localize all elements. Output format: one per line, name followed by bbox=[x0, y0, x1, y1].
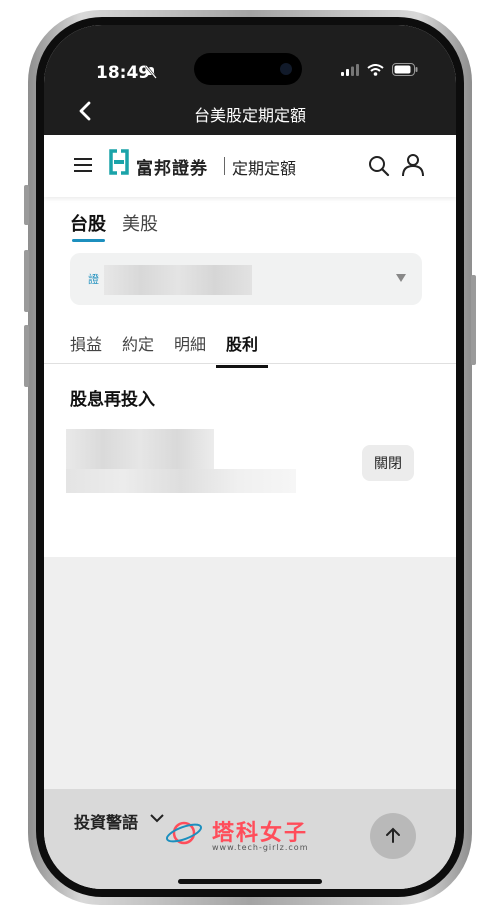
turn-off-button[interactable]: 關閉 bbox=[362, 445, 414, 481]
header-divider bbox=[224, 157, 225, 175]
watermark-url: www.tech-girlz.com bbox=[212, 843, 309, 852]
volume-down-button bbox=[24, 325, 29, 387]
signal-icon bbox=[341, 63, 359, 76]
chevron-down-icon[interactable] bbox=[150, 813, 164, 823]
redacted-stock-detail bbox=[66, 469, 296, 493]
dividend-reinvest-title: 股息再投入 bbox=[70, 390, 155, 410]
volume-up-button bbox=[24, 250, 29, 312]
tab-us-stocks[interactable]: 美股 bbox=[122, 210, 158, 236]
brand-name: 富邦證券 bbox=[136, 159, 208, 179]
active-tab-indicator bbox=[72, 239, 105, 242]
wifi-icon bbox=[367, 63, 384, 76]
watermark-logo-icon bbox=[165, 821, 203, 845]
footer-bar: 投資警語 塔科女子 www.tech-girlz.com bbox=[44, 789, 456, 889]
user-icon[interactable] bbox=[401, 153, 425, 177]
empty-area bbox=[44, 557, 456, 817]
market-tabs: 台股 美股 bbox=[70, 210, 158, 236]
battery-icon bbox=[392, 63, 418, 76]
account-type-label: 證 bbox=[88, 273, 99, 286]
account-select[interactable]: 證 bbox=[70, 253, 422, 305]
power-button bbox=[471, 275, 476, 365]
silent-bell-icon bbox=[145, 65, 157, 79]
top-bar: 18:49 台美股定期定額 bbox=[44, 25, 456, 135]
arrow-up-icon bbox=[386, 827, 400, 843]
redacted-account-number bbox=[104, 265, 252, 295]
fubon-logo-icon bbox=[109, 149, 129, 175]
app-header: 富邦證券 定期定額 bbox=[44, 135, 456, 197]
mute-switch bbox=[24, 185, 29, 225]
redacted-stock-info bbox=[66, 429, 214, 469]
search-icon[interactable] bbox=[368, 155, 390, 177]
investment-warning-label[interactable]: 投資警語 bbox=[74, 809, 138, 833]
status-time: 18:49 bbox=[96, 63, 151, 83]
phone-screen: 18:49 台美股定期定額 富邦證券 定期定額 台股 美股 證 損益 約定 明細… bbox=[44, 25, 456, 889]
tab-tw-stocks[interactable]: 台股 bbox=[70, 210, 106, 236]
status-icons bbox=[341, 63, 418, 76]
hamburger-menu-icon[interactable] bbox=[74, 157, 92, 173]
product-name: 定期定額 bbox=[232, 159, 297, 178]
scroll-top-button[interactable] bbox=[370, 813, 416, 859]
dropdown-triangle-icon bbox=[396, 274, 406, 282]
dynamic-island bbox=[194, 53, 302, 85]
home-indicator bbox=[178, 879, 322, 884]
nav-title: 台美股定期定額 bbox=[193, 106, 306, 125]
sub-tab-divider bbox=[44, 363, 456, 364]
camera-icon bbox=[280, 63, 292, 75]
watermark: 塔科女子 www.tech-girlz.com bbox=[164, 813, 334, 853]
